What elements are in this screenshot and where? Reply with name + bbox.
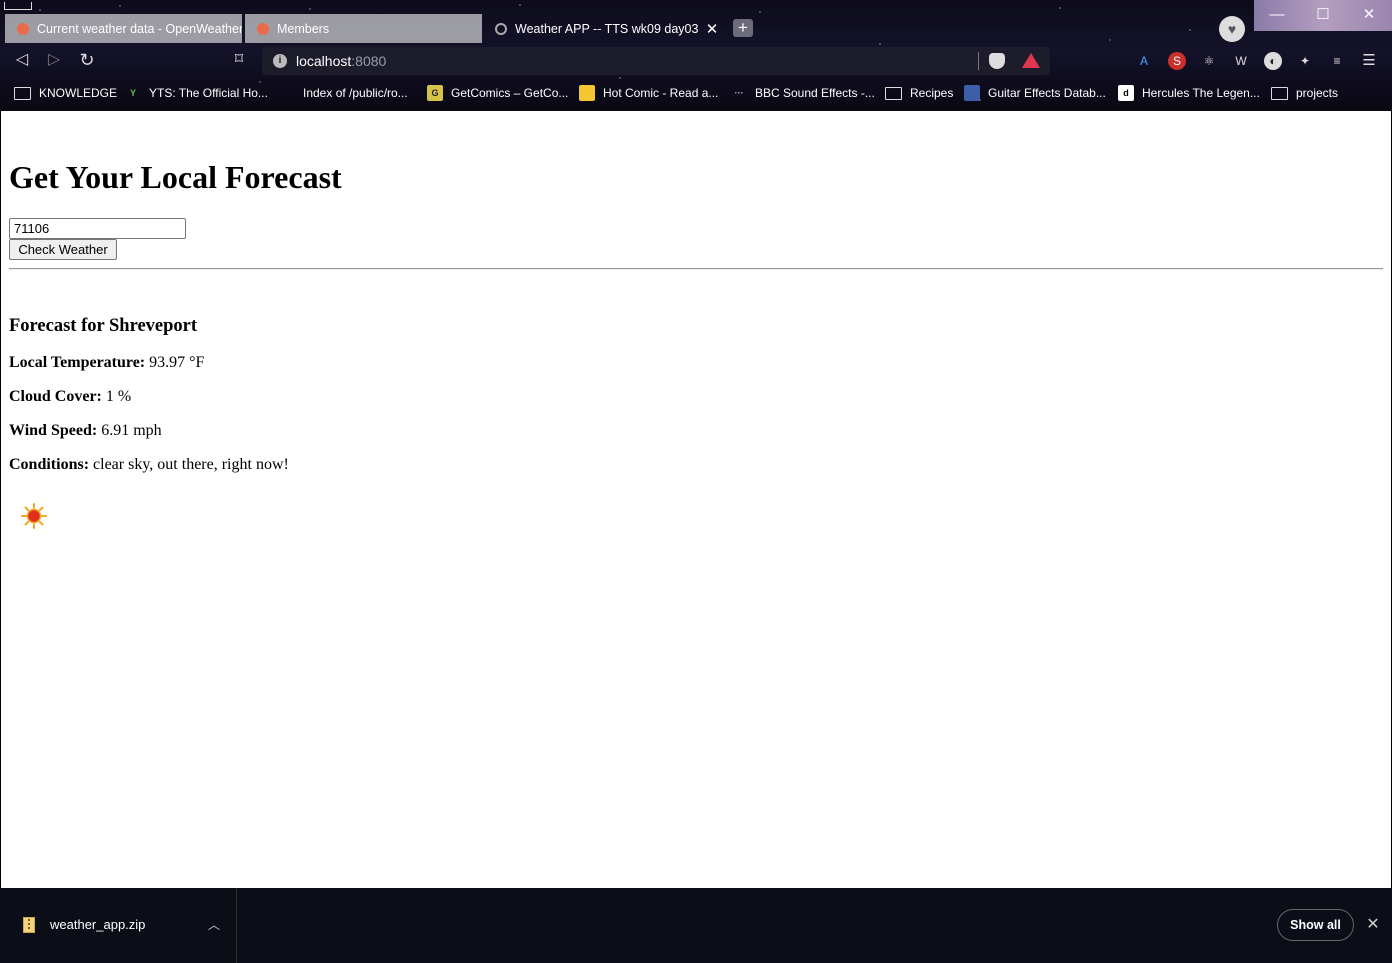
- back-arrow-icon[interactable]: ◁: [12, 50, 32, 70]
- cloud-cover-label: Cloud Cover:: [9, 388, 102, 405]
- brave-rewards-icon[interactable]: [1022, 53, 1040, 68]
- tab-title: Members: [277, 21, 330, 36]
- extensions-puzzle-icon[interactable]: ✦: [1296, 52, 1314, 70]
- zip-file-icon: [23, 917, 35, 933]
- temperature-value: 93.97 °F: [149, 354, 205, 371]
- url-port: :8080: [351, 53, 387, 69]
- bookmark-icon[interactable]: ⌑: [229, 50, 249, 70]
- bookmark-hotcomic[interactable]: Hot Comic - Read a...: [579, 84, 718, 102]
- temperature-label: Local Temperature:: [9, 354, 146, 371]
- page-title: Get Your Local Forecast: [9, 159, 342, 195]
- getcomics-icon: G: [427, 85, 443, 101]
- chevron-up-icon[interactable]: ︿: [205, 916, 223, 934]
- conditions-label: Conditions:: [9, 456, 90, 473]
- bookmark-knowledge[interactable]: KNOWLEDGE: [14, 84, 117, 102]
- horizontal-rule: [9, 268, 1383, 270]
- forward-arrow-icon[interactable]: ▷: [44, 50, 64, 70]
- address-separator: [978, 52, 979, 70]
- close-icon[interactable]: ✕: [1364, 916, 1382, 934]
- sun-icon: [21, 503, 47, 529]
- conditions-row: Conditions: clear sky, out there, right …: [9, 456, 289, 474]
- conditions-value: clear sky, out there, right now!: [93, 456, 289, 473]
- openweather-favicon-icon: [17, 22, 29, 35]
- folder-icon: [885, 86, 902, 100]
- site-info-icon[interactable]: i: [273, 54, 287, 68]
- window-controls: — ☐ ✕: [1254, 0, 1392, 31]
- folder-icon: [1271, 86, 1288, 100]
- bookmark-guitar-effects[interactable]: Guitar Effects Datab...: [964, 84, 1106, 102]
- folder-icon: [14, 86, 31, 100]
- url-text: localhost:8080: [296, 53, 386, 69]
- plus-icon: +: [738, 18, 748, 37]
- bookmark-label: BBC Sound Effects -...: [755, 86, 875, 100]
- translate-extension-icon[interactable]: A: [1135, 52, 1153, 70]
- bookmark-label: Guitar Effects Datab...: [988, 86, 1106, 100]
- new-tab-button[interactable]: +: [733, 19, 753, 37]
- react-devtools-icon[interactable]: ⚛: [1200, 52, 1218, 70]
- bookmark-label: Hercules The Legen...: [1142, 86, 1260, 100]
- bookmark-label: GetComics – GetCo...: [451, 86, 569, 100]
- w-extension-icon[interactable]: W: [1232, 52, 1250, 70]
- minimize-icon[interactable]: —: [1254, 0, 1300, 31]
- bookmark-label: Recipes: [910, 86, 954, 100]
- media-queue-icon[interactable]: ≡: [1328, 52, 1346, 70]
- reload-icon[interactable]: ↻: [77, 50, 97, 70]
- hotcomic-icon: [579, 85, 595, 101]
- check-weather-button[interactable]: Check Weather: [9, 239, 117, 260]
- url-host: localhost: [296, 53, 352, 69]
- tab-title: Current weather data - OpenWeather: [37, 21, 242, 36]
- page-viewport: Get Your Local Forecast Check Weather Fo…: [1, 111, 1391, 888]
- tab-title: Weather APP -- TTS wk09 day03: [515, 21, 699, 36]
- forecast-heading: Forecast for Shreveport: [9, 316, 198, 336]
- os-logo: [4, 2, 32, 10]
- close-window-icon[interactable]: ✕: [1346, 0, 1392, 31]
- wind-speed-value: 6.91 mph: [101, 422, 162, 439]
- wind-speed-label: Wind Speed:: [9, 422, 98, 439]
- menu-icon[interactable]: ☰: [1360, 52, 1378, 70]
- temperature-row: Local Temperature: 93.97 °F: [9, 354, 204, 372]
- cloud-cover-value: 1 %: [105, 388, 132, 405]
- bookmark-label: KNOWLEDGE: [39, 86, 118, 100]
- dailymotion-icon: d: [1118, 85, 1134, 101]
- download-file-name: weather_app.zip: [50, 917, 146, 932]
- close-tab-icon[interactable]: ✕: [704, 20, 720, 38]
- maximize-icon[interactable]: ☐: [1300, 0, 1346, 31]
- bookmark-projects[interactable]: projects: [1271, 84, 1338, 102]
- cloud-cover-row: Cloud Cover: 1 %: [9, 388, 131, 406]
- openweather-favicon-icon: [257, 22, 269, 35]
- bookmark-yts[interactable]: Y YTS: The Official Ho...: [125, 84, 268, 102]
- tab-weather-app[interactable]: Weather APP -- TTS wk09 day03 ✕: [483, 14, 728, 43]
- globe-icon: [495, 22, 507, 35]
- bookmark-bbc[interactable]: ··· BBC Sound Effects -...: [731, 84, 875, 102]
- bbc-icon: ···: [734, 88, 744, 98]
- bookmark-label: Index of /public/ro...: [303, 86, 408, 100]
- bookmark-label: projects: [1296, 86, 1339, 100]
- zip-code-input[interactable]: [9, 218, 186, 239]
- bookmark-label: YTS: The Official Ho...: [149, 86, 268, 100]
- blank-page-icon: [279, 85, 295, 101]
- brave-shields-icon[interactable]: [989, 53, 1005, 69]
- bookmark-index[interactable]: Index of /public/ro...: [279, 84, 408, 102]
- bookmark-hercules[interactable]: d Hercules The Legen...: [1118, 84, 1260, 102]
- wind-speed-row: Wind Speed: 6.91 mph: [9, 422, 162, 440]
- bookmark-getcomics[interactable]: G GetComics – GetCo...: [427, 84, 568, 102]
- s-extension-icon[interactable]: S: [1168, 52, 1186, 70]
- yts-icon: Y: [129, 88, 136, 98]
- profile-avatar-icon[interactable]: ♥: [1219, 16, 1245, 42]
- show-all-button[interactable]: Show all: [1277, 909, 1354, 941]
- tab-openweather[interactable]: Current weather data - OpenWeather: [5, 14, 242, 43]
- download-shelf: weather_app.zip ︿ Show all ✕: [0, 888, 1392, 963]
- guitar-icon: [964, 85, 980, 101]
- browser-chrome: Current weather data - OpenWeather Membe…: [0, 0, 1392, 111]
- bookmark-recipes[interactable]: Recipes: [885, 84, 953, 102]
- circle-extension-icon[interactable]: ◐: [1264, 52, 1282, 70]
- bookmark-label: Hot Comic - Read a...: [603, 86, 719, 100]
- tab-members[interactable]: Members: [245, 14, 482, 43]
- download-item[interactable]: weather_app.zip ︿: [0, 888, 237, 963]
- address-bar[interactable]: i localhost:8080: [262, 47, 1050, 75]
